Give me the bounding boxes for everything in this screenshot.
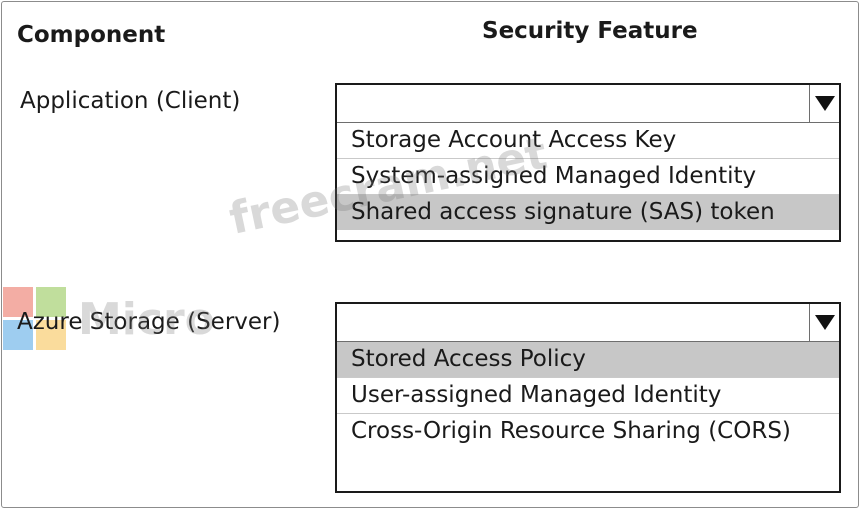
dropdown-option[interactable]: System-assigned Managed Identity <box>337 159 839 195</box>
triangle-down-icon <box>814 96 835 111</box>
dropdown-header[interactable] <box>337 85 839 123</box>
row-label-azure-storage-server: Azure Storage (Server) <box>17 309 281 335</box>
dropdown-option[interactable]: Cross-Origin Resource Sharing (CORS) <box>337 414 839 449</box>
dropdown-header[interactable] <box>337 304 839 342</box>
header-security-feature: Security Feature <box>482 18 698 44</box>
dropdown-application-client[interactable]: Storage Account Access Key System-assign… <box>335 83 841 242</box>
dropdown-option[interactable]: Storage Account Access Key <box>337 123 839 159</box>
dropdown-arrow-button[interactable] <box>809 85 839 122</box>
dropdown-option-selected[interactable]: Shared access signature (SAS) token <box>337 195 839 230</box>
dropdown-option[interactable]: User-assigned Managed Identity <box>337 378 839 414</box>
triangle-down-icon <box>814 315 835 330</box>
header-component: Component <box>17 22 166 48</box>
dropdown-arrow-button[interactable] <box>809 304 839 341</box>
dropdown-option-selected[interactable]: Stored Access Policy <box>337 342 839 378</box>
dropdown-azure-storage-server[interactable]: Stored Access Policy User-assigned Manag… <box>335 302 841 493</box>
row-label-application-client: Application (Client) <box>20 88 241 114</box>
